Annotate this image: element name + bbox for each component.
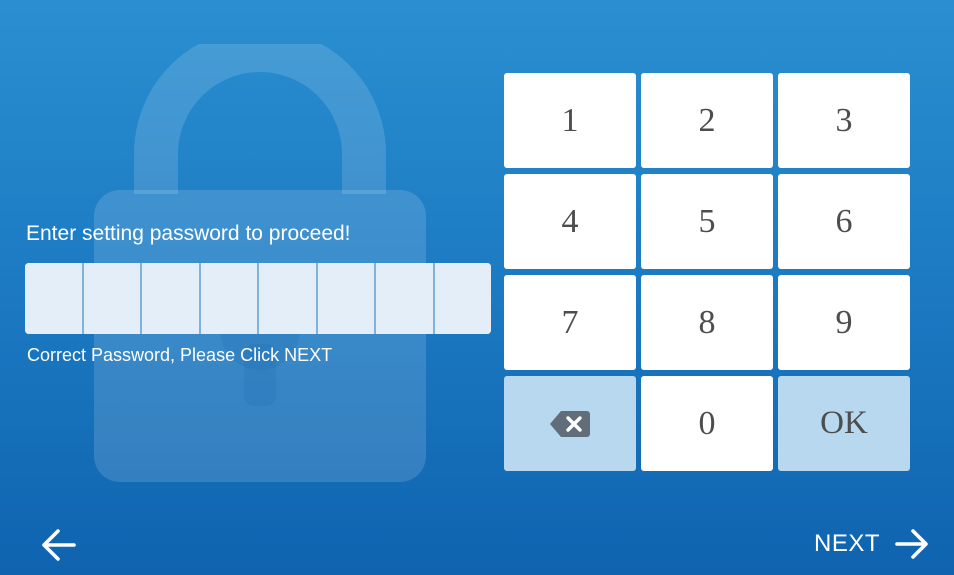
key-5[interactable]: 5	[641, 174, 773, 269]
key-8[interactable]: 8	[641, 275, 773, 370]
ok-button[interactable]: OK	[778, 376, 910, 471]
password-digit-cell	[317, 263, 376, 334]
key-7[interactable]: 7	[504, 275, 636, 370]
settings-password-screen: Enter setting password to proceed! Corre…	[0, 0, 954, 575]
password-digit-cell	[25, 263, 84, 334]
key-1[interactable]: 1	[504, 73, 636, 168]
password-field[interactable]	[25, 263, 491, 334]
backspace-button[interactable]	[504, 376, 636, 471]
key-4[interactable]: 4	[504, 174, 636, 269]
key-9[interactable]: 9	[778, 275, 910, 370]
key-0[interactable]: 0	[641, 376, 773, 471]
backspace-icon	[550, 410, 590, 437]
password-status-message: Correct Password, Please Click NEXT	[27, 345, 333, 365]
key-2[interactable]: 2	[641, 73, 773, 168]
next-button[interactable]: NEXT	[814, 525, 930, 563]
password-digit-cell	[434, 263, 491, 334]
key-6[interactable]: 6	[778, 174, 910, 269]
password-digit-cell	[259, 263, 318, 334]
arrow-left-icon[interactable]	[40, 527, 78, 563]
numeric-keypad: 1 2 3 4 5 6 7 8 9 0 OK	[504, 73, 911, 472]
arrow-right-icon	[895, 529, 928, 559]
password-digit-cell	[200, 263, 259, 334]
password-digit-cell	[376, 263, 435, 334]
password-prompt: Enter setting password to proceed!	[26, 222, 351, 245]
next-button-label: NEXT	[813, 530, 880, 557]
password-digit-cell	[83, 263, 142, 334]
key-3[interactable]: 3	[778, 73, 910, 168]
password-digit-cell	[142, 263, 201, 334]
